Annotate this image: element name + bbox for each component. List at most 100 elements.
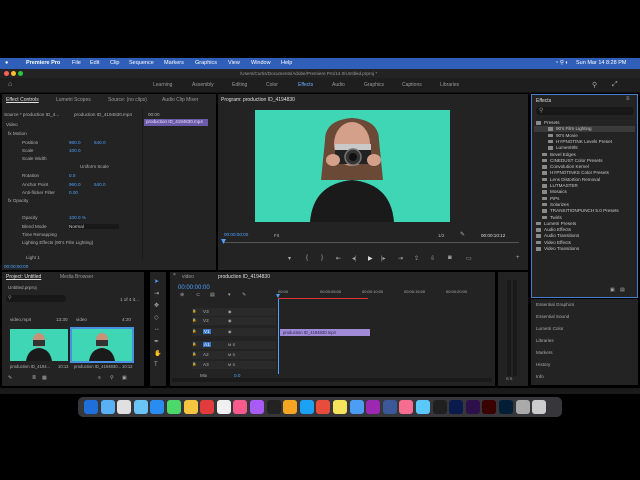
- workspace-color[interactable]: Color: [266, 82, 278, 88]
- clip-label[interactable]: production ID_4194830.mp4: [74, 112, 132, 117]
- snap-icon[interactable]: ⊂: [196, 292, 200, 298]
- home-icon[interactable]: ⌂: [8, 81, 12, 88]
- ec-row-value2[interactable]: 540.0: [94, 140, 106, 145]
- effect-item[interactable]: Video Effects: [536, 240, 571, 245]
- ec-row-value[interactable]: 100.0: [69, 148, 81, 153]
- playhead-bar[interactable]: [223, 242, 519, 243]
- selection-tool-icon[interactable]: ➤: [154, 278, 159, 285]
- menu-edit[interactable]: Edit: [90, 60, 99, 66]
- close-window-button[interactable]: [4, 71, 9, 76]
- mute-solo-icon[interactable]: M S: [228, 352, 235, 357]
- marker-icon[interactable]: ▾: [228, 292, 231, 298]
- nest-icon[interactable]: ⊕: [180, 292, 184, 298]
- effects-title[interactable]: Effects: [536, 98, 551, 104]
- mute-solo-icon[interactable]: M S: [228, 362, 235, 367]
- effect-item[interactable]: Presets: [536, 120, 560, 125]
- icon-view-icon[interactable]: ▦: [42, 375, 47, 381]
- clip-thumbnail[interactable]: [10, 329, 68, 361]
- eye-icon[interactable]: ◉: [228, 329, 232, 334]
- dock-app-icon[interactable]: [233, 400, 248, 414]
- workspace-graphics[interactable]: Graphics: [364, 82, 384, 88]
- dock-app-icon[interactable]: [84, 400, 98, 414]
- timeline-clip[interactable]: production ID_4194830.mp4: [280, 329, 370, 336]
- tab-source[interactable]: Source: (no clips): [108, 97, 147, 103]
- effect-item[interactable]: Video Transitions: [536, 246, 579, 251]
- zoom-window-button[interactable]: [18, 71, 23, 76]
- effect-item[interactable]: Lumetri Presets: [536, 221, 576, 226]
- dock-app-icon[interactable]: [200, 400, 215, 414]
- ripple-edit-icon[interactable]: ✥: [154, 302, 159, 309]
- dock-app-icon[interactable]: [382, 400, 397, 414]
- effect-item[interactable]: Audio Transitions: [536, 233, 579, 238]
- side-panel-item[interactable]: Essential Sound: [536, 314, 569, 319]
- effect-item[interactable]: Twirls: [542, 215, 562, 220]
- lock-icon[interactable]: 🔒: [192, 342, 196, 346]
- dock-app-icon[interactable]: [283, 400, 298, 414]
- bin-name[interactable]: video.mp4: [10, 317, 31, 322]
- track-label[interactable]: V3: [203, 309, 209, 314]
- menu-sequence[interactable]: Sequence: [129, 60, 154, 66]
- dock-app-icon[interactable]: [167, 400, 181, 414]
- add-button-icon[interactable]: +: [516, 255, 520, 261]
- dock-app-icon[interactable]: [299, 400, 314, 414]
- tab-sequence-production[interactable]: production ID_4194830: [218, 274, 270, 280]
- mute-solo-icon[interactable]: M S: [228, 342, 235, 347]
- effects-search-input[interactable]: ⚲: [536, 107, 634, 115]
- delete-icon[interactable]: ▤: [620, 287, 625, 293]
- dock-app-icon[interactable]: [333, 400, 347, 414]
- dock-app-icon[interactable]: [349, 400, 364, 414]
- workspace-learning[interactable]: Learning: [153, 82, 172, 88]
- effect-item[interactable]: Lumetri9ht: [548, 145, 578, 150]
- track-label[interactable]: V1: [203, 329, 211, 334]
- side-panel-item[interactable]: Lumetri Color: [536, 326, 564, 331]
- search-icon[interactable]: ⚲: [592, 81, 597, 89]
- go-to-out-icon[interactable]: ⇥: [398, 255, 403, 262]
- dock-app-icon[interactable]: [150, 400, 165, 414]
- lock-icon[interactable]: 🔒: [192, 309, 196, 313]
- slip-tool-icon[interactable]: ↔: [154, 326, 160, 332]
- ec-row-value2[interactable]: 540.0: [94, 182, 106, 187]
- project-search-input[interactable]: ⚲: [6, 295, 66, 302]
- workspace-libraries[interactable]: Libraries: [440, 82, 459, 88]
- ec-row-value[interactable]: 100.0 %: [69, 215, 86, 220]
- dock-app-icon[interactable]: [532, 400, 547, 414]
- menu-markers[interactable]: Markers: [164, 60, 184, 66]
- ec-row-value[interactable]: Normal: [69, 224, 119, 229]
- side-panel-item[interactable]: Libraries: [536, 338, 554, 343]
- wrench-icon[interactable]: ✎: [242, 292, 246, 298]
- add-marker-icon[interactable]: ▾: [288, 255, 291, 262]
- menu-graphics[interactable]: Graphics: [195, 60, 217, 66]
- effect-item[interactable]: TRANSITIONPUNCH 5.0 Presets: [542, 208, 619, 213]
- workspace-effects[interactable]: Effects: [298, 82, 313, 88]
- tab-sequence-video[interactable]: video: [182, 274, 194, 280]
- track-label[interactable]: A3: [203, 362, 209, 367]
- ec-row-value[interactable]: 0.0: [69, 173, 75, 178]
- menu-help[interactable]: Help: [281, 60, 292, 66]
- side-panel-item[interactable]: History: [536, 362, 550, 367]
- ec-row-value[interactable]: 0.00: [69, 190, 78, 195]
- side-panel-item[interactable]: Markers: [536, 350, 553, 355]
- dock-app-icon[interactable]: [216, 400, 231, 414]
- menu-view[interactable]: View: [228, 60, 240, 66]
- effect-item[interactable]: HYPNOTINKS Color Presets: [542, 170, 609, 175]
- dock-app-icon[interactable]: [366, 400, 381, 414]
- ec-row-value[interactable]: 960.0: [69, 140, 81, 145]
- go-to-in-icon[interactable]: ⇤: [336, 255, 341, 262]
- hand-tool-icon[interactable]: ✋: [154, 350, 161, 357]
- track-select-icon[interactable]: ⇥: [154, 290, 159, 297]
- pen-tool-icon[interactable]: ✒: [154, 338, 159, 345]
- apple-icon[interactable]: ●: [5, 60, 8, 66]
- lift-icon[interactable]: ⇪: [414, 255, 419, 262]
- ec-mini-clip[interactable]: production ID_4194830.mp4: [144, 119, 208, 126]
- dock-app-icon[interactable]: [449, 400, 464, 414]
- tab-effect-controls[interactable]: Effect Controls: [6, 97, 39, 103]
- dock-app-icon[interactable]: [316, 400, 331, 414]
- effect-item[interactable]: 90's Film Lighting: [548, 126, 592, 131]
- lock-icon[interactable]: 🔒: [192, 352, 196, 356]
- tab-project[interactable]: Project: Untitled: [6, 274, 41, 280]
- wrench-icon[interactable]: ✎: [460, 231, 465, 238]
- ec-row-value[interactable]: 960.0: [69, 182, 81, 187]
- effect-item[interactable]: Audio Effects: [536, 227, 571, 232]
- step-forward-icon[interactable]: |▸: [381, 255, 386, 262]
- eye-icon[interactable]: ◉: [228, 309, 232, 314]
